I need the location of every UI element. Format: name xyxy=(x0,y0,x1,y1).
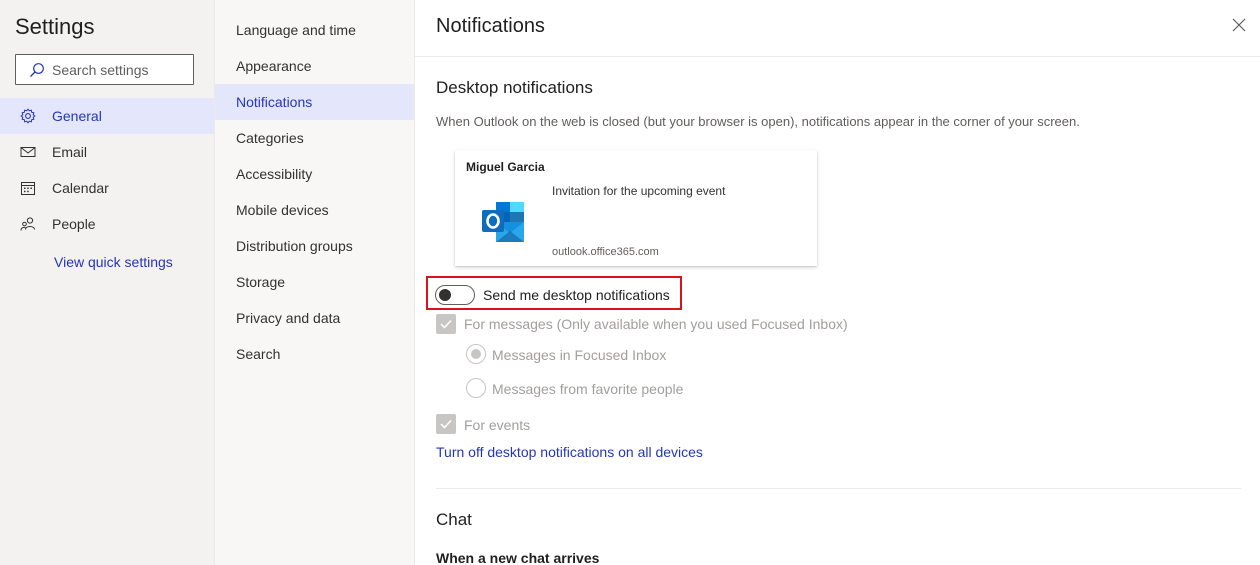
view-quick-settings-link[interactable]: View quick settings xyxy=(54,254,173,270)
category-label: People xyxy=(52,216,96,232)
subcategory-notifications[interactable]: Notifications xyxy=(215,84,415,120)
subcategory-label: Mobile devices xyxy=(236,202,329,218)
subcategory-language-and-time[interactable]: Language and time xyxy=(215,12,415,48)
subcategory-storage[interactable]: Storage xyxy=(215,264,415,300)
notification-preview-card: Miguel Garcia Invitation for the upcomin… xyxy=(455,150,817,266)
radio-dot xyxy=(471,349,481,359)
checkmark-icon xyxy=(440,419,452,429)
category-label: Email xyxy=(52,144,88,160)
subcategory-label: Language and time xyxy=(236,22,356,38)
search-settings-input[interactable] xyxy=(52,59,188,81)
category-general[interactable]: General xyxy=(0,98,214,134)
outlook-logo-icon xyxy=(482,202,524,242)
gear-icon xyxy=(20,108,36,124)
for-events-label: For events xyxy=(464,417,531,433)
close-icon[interactable] xyxy=(1228,14,1250,36)
desktop-notifications-description: When Outlook on the web is closed (but y… xyxy=(436,114,1080,129)
turn-off-all-devices-link[interactable]: Turn off desktop notifications on all de… xyxy=(436,444,703,460)
subcategory-list: Language and time Appearance Notificatio… xyxy=(214,0,415,565)
search-settings-box[interactable] xyxy=(15,54,194,85)
notifications-panel: Notifications Desktop notifications When… xyxy=(414,0,1260,565)
category-calendar[interactable]: Calendar xyxy=(0,170,214,206)
people-icon xyxy=(20,217,35,231)
subcategory-label: Accessibility xyxy=(236,166,313,182)
subcategory-label: Storage xyxy=(236,274,286,290)
subcategory-categories[interactable]: Categories xyxy=(215,120,415,156)
section-divider xyxy=(436,488,1241,489)
category-label: Calendar xyxy=(52,180,109,196)
preview-message: Invitation for the upcoming event xyxy=(552,184,726,198)
settings-title: Settings xyxy=(15,14,95,39)
preview-domain: outlook.office365.com xyxy=(552,246,659,258)
subcategory-label: Appearance xyxy=(236,58,312,74)
mail-icon xyxy=(20,147,36,157)
settings-sidebar: Settings General Email Cale xyxy=(0,0,214,565)
subcategory-accessibility[interactable]: Accessibility xyxy=(215,156,415,192)
new-chat-subheading: When a new chat arrives xyxy=(436,550,600,565)
subcategory-label: Categories xyxy=(236,130,304,146)
subcategory-distribution-groups[interactable]: Distribution groups xyxy=(215,228,415,264)
desktop-notifications-toggle-label: Send me desktop notifications xyxy=(483,287,670,303)
subcategory-label: Search xyxy=(236,346,281,362)
preview-sender: Miguel Garcia xyxy=(466,160,545,174)
focused-inbox-radio[interactable] xyxy=(466,344,486,364)
search-icon xyxy=(30,63,44,77)
checkmark-icon xyxy=(440,319,452,329)
subcategory-label: Privacy and data xyxy=(236,310,341,326)
chat-heading: Chat xyxy=(436,510,472,529)
subcategory-privacy-and-data[interactable]: Privacy and data xyxy=(215,300,415,336)
favorite-people-radio[interactable] xyxy=(466,378,486,398)
panel-title: Notifications xyxy=(436,15,545,37)
subcategory-label: Distribution groups xyxy=(236,238,353,254)
calendar-icon xyxy=(21,182,35,195)
for-events-checkbox[interactable] xyxy=(436,414,456,434)
for-messages-checkbox[interactable] xyxy=(436,314,456,334)
subcategory-mobile-devices[interactable]: Mobile devices xyxy=(215,192,415,228)
subcategory-search[interactable]: Search xyxy=(215,336,415,372)
category-people[interactable]: People xyxy=(0,206,214,242)
header-divider xyxy=(415,56,1260,57)
favorite-people-label: Messages from favorite people xyxy=(492,381,684,397)
category-label: General xyxy=(52,108,102,124)
subcategory-label: Notifications xyxy=(236,94,313,110)
focused-inbox-label: Messages in Focused Inbox xyxy=(492,347,667,363)
toggle-knob xyxy=(439,289,451,301)
subcategory-appearance[interactable]: Appearance xyxy=(215,48,415,84)
desktop-notifications-heading: Desktop notifications xyxy=(436,78,593,97)
desktop-notifications-toggle[interactable] xyxy=(435,285,475,305)
for-messages-label: For messages (Only available when you us… xyxy=(464,316,848,332)
category-email[interactable]: Email xyxy=(0,134,214,170)
